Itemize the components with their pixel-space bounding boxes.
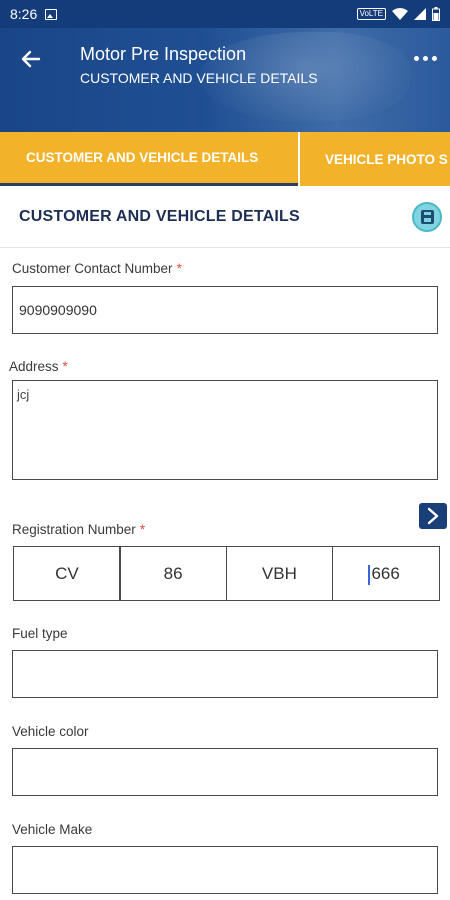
status-time: 8:26 bbox=[10, 6, 38, 22]
address-label-text: Address bbox=[9, 359, 59, 374]
registration-number-value: 666 bbox=[371, 563, 400, 583]
more-dot bbox=[422, 55, 428, 61]
battery-icon bbox=[432, 7, 440, 21]
required-mark: * bbox=[62, 359, 68, 374]
registration-state-input[interactable]: CV bbox=[13, 546, 121, 601]
registration-number-label: Registration Number * bbox=[12, 522, 145, 537]
registration-district-input[interactable]: 86 bbox=[119, 546, 227, 601]
fuel-type-label: Fuel type bbox=[12, 626, 68, 641]
back-button[interactable] bbox=[18, 46, 44, 72]
registration-series-input[interactable]: VBH bbox=[225, 546, 334, 601]
registration-number-input[interactable]: 666 bbox=[331, 546, 440, 601]
more-options-button[interactable] bbox=[410, 48, 440, 68]
back-arrow-icon bbox=[21, 50, 41, 68]
status-bar: 8:26 VoLTE bbox=[0, 0, 450, 28]
tab-customer-vehicle-details[interactable]: CUSTOMER AND VEHICLE DETAILS bbox=[0, 132, 298, 186]
address-value: jcj bbox=[17, 387, 30, 402]
contact-number-value: 9090909090 bbox=[19, 302, 97, 318]
page-title: Motor Pre Inspection bbox=[80, 44, 247, 64]
vehicle-make-input[interactable] bbox=[12, 846, 438, 894]
save-button[interactable] bbox=[412, 202, 442, 232]
tab-bar: CUSTOMER AND VEHICLE DETAILS VEHICLE PHO… bbox=[0, 132, 450, 186]
save-disk-icon bbox=[420, 210, 434, 224]
contact-number-input[interactable]: 9090909090 bbox=[12, 286, 438, 334]
vehicle-color-input[interactable] bbox=[12, 748, 438, 796]
status-icons: VoLTE bbox=[356, 7, 440, 21]
chevron-right-icon bbox=[427, 507, 439, 525]
text-cursor bbox=[367, 565, 370, 585]
required-mark: * bbox=[176, 261, 182, 276]
fuel-type-input[interactable] bbox=[12, 650, 438, 698]
registration-number-fields: CV 86 VBH 666 bbox=[13, 546, 440, 601]
volte-icon: VoLTE bbox=[356, 8, 386, 20]
more-dot bbox=[431, 55, 437, 61]
app-header: Motor Pre Inspection CUSTOMER AND VEHICL… bbox=[0, 28, 450, 132]
next-button[interactable] bbox=[419, 503, 447, 529]
contact-number-label-text: Customer Contact Number bbox=[12, 261, 173, 276]
address-textarea[interactable]: jcj bbox=[12, 380, 438, 480]
page-subtitle: CUSTOMER AND VEHICLE DETAILS bbox=[80, 70, 318, 86]
tab-vehicle-photos[interactable]: VEHICLE PHOTO S bbox=[300, 132, 448, 186]
image-notification-icon bbox=[45, 8, 58, 20]
section-title: CUSTOMER AND VEHICLE DETAILS bbox=[19, 207, 300, 225]
required-mark: * bbox=[139, 522, 146, 537]
wifi-icon bbox=[392, 7, 408, 20]
more-dot bbox=[413, 55, 419, 61]
signal-icon bbox=[414, 8, 426, 20]
vehicle-make-label: Vehicle Make bbox=[12, 822, 93, 837]
vehicle-color-label: Vehicle color bbox=[12, 724, 89, 739]
contact-number-label: Customer Contact Number * bbox=[12, 261, 182, 276]
section-header: CUSTOMER AND VEHICLE DETAILS bbox=[0, 186, 450, 248]
registration-number-label-text: Registration Number bbox=[12, 522, 136, 537]
address-label: Address * bbox=[9, 359, 68, 374]
